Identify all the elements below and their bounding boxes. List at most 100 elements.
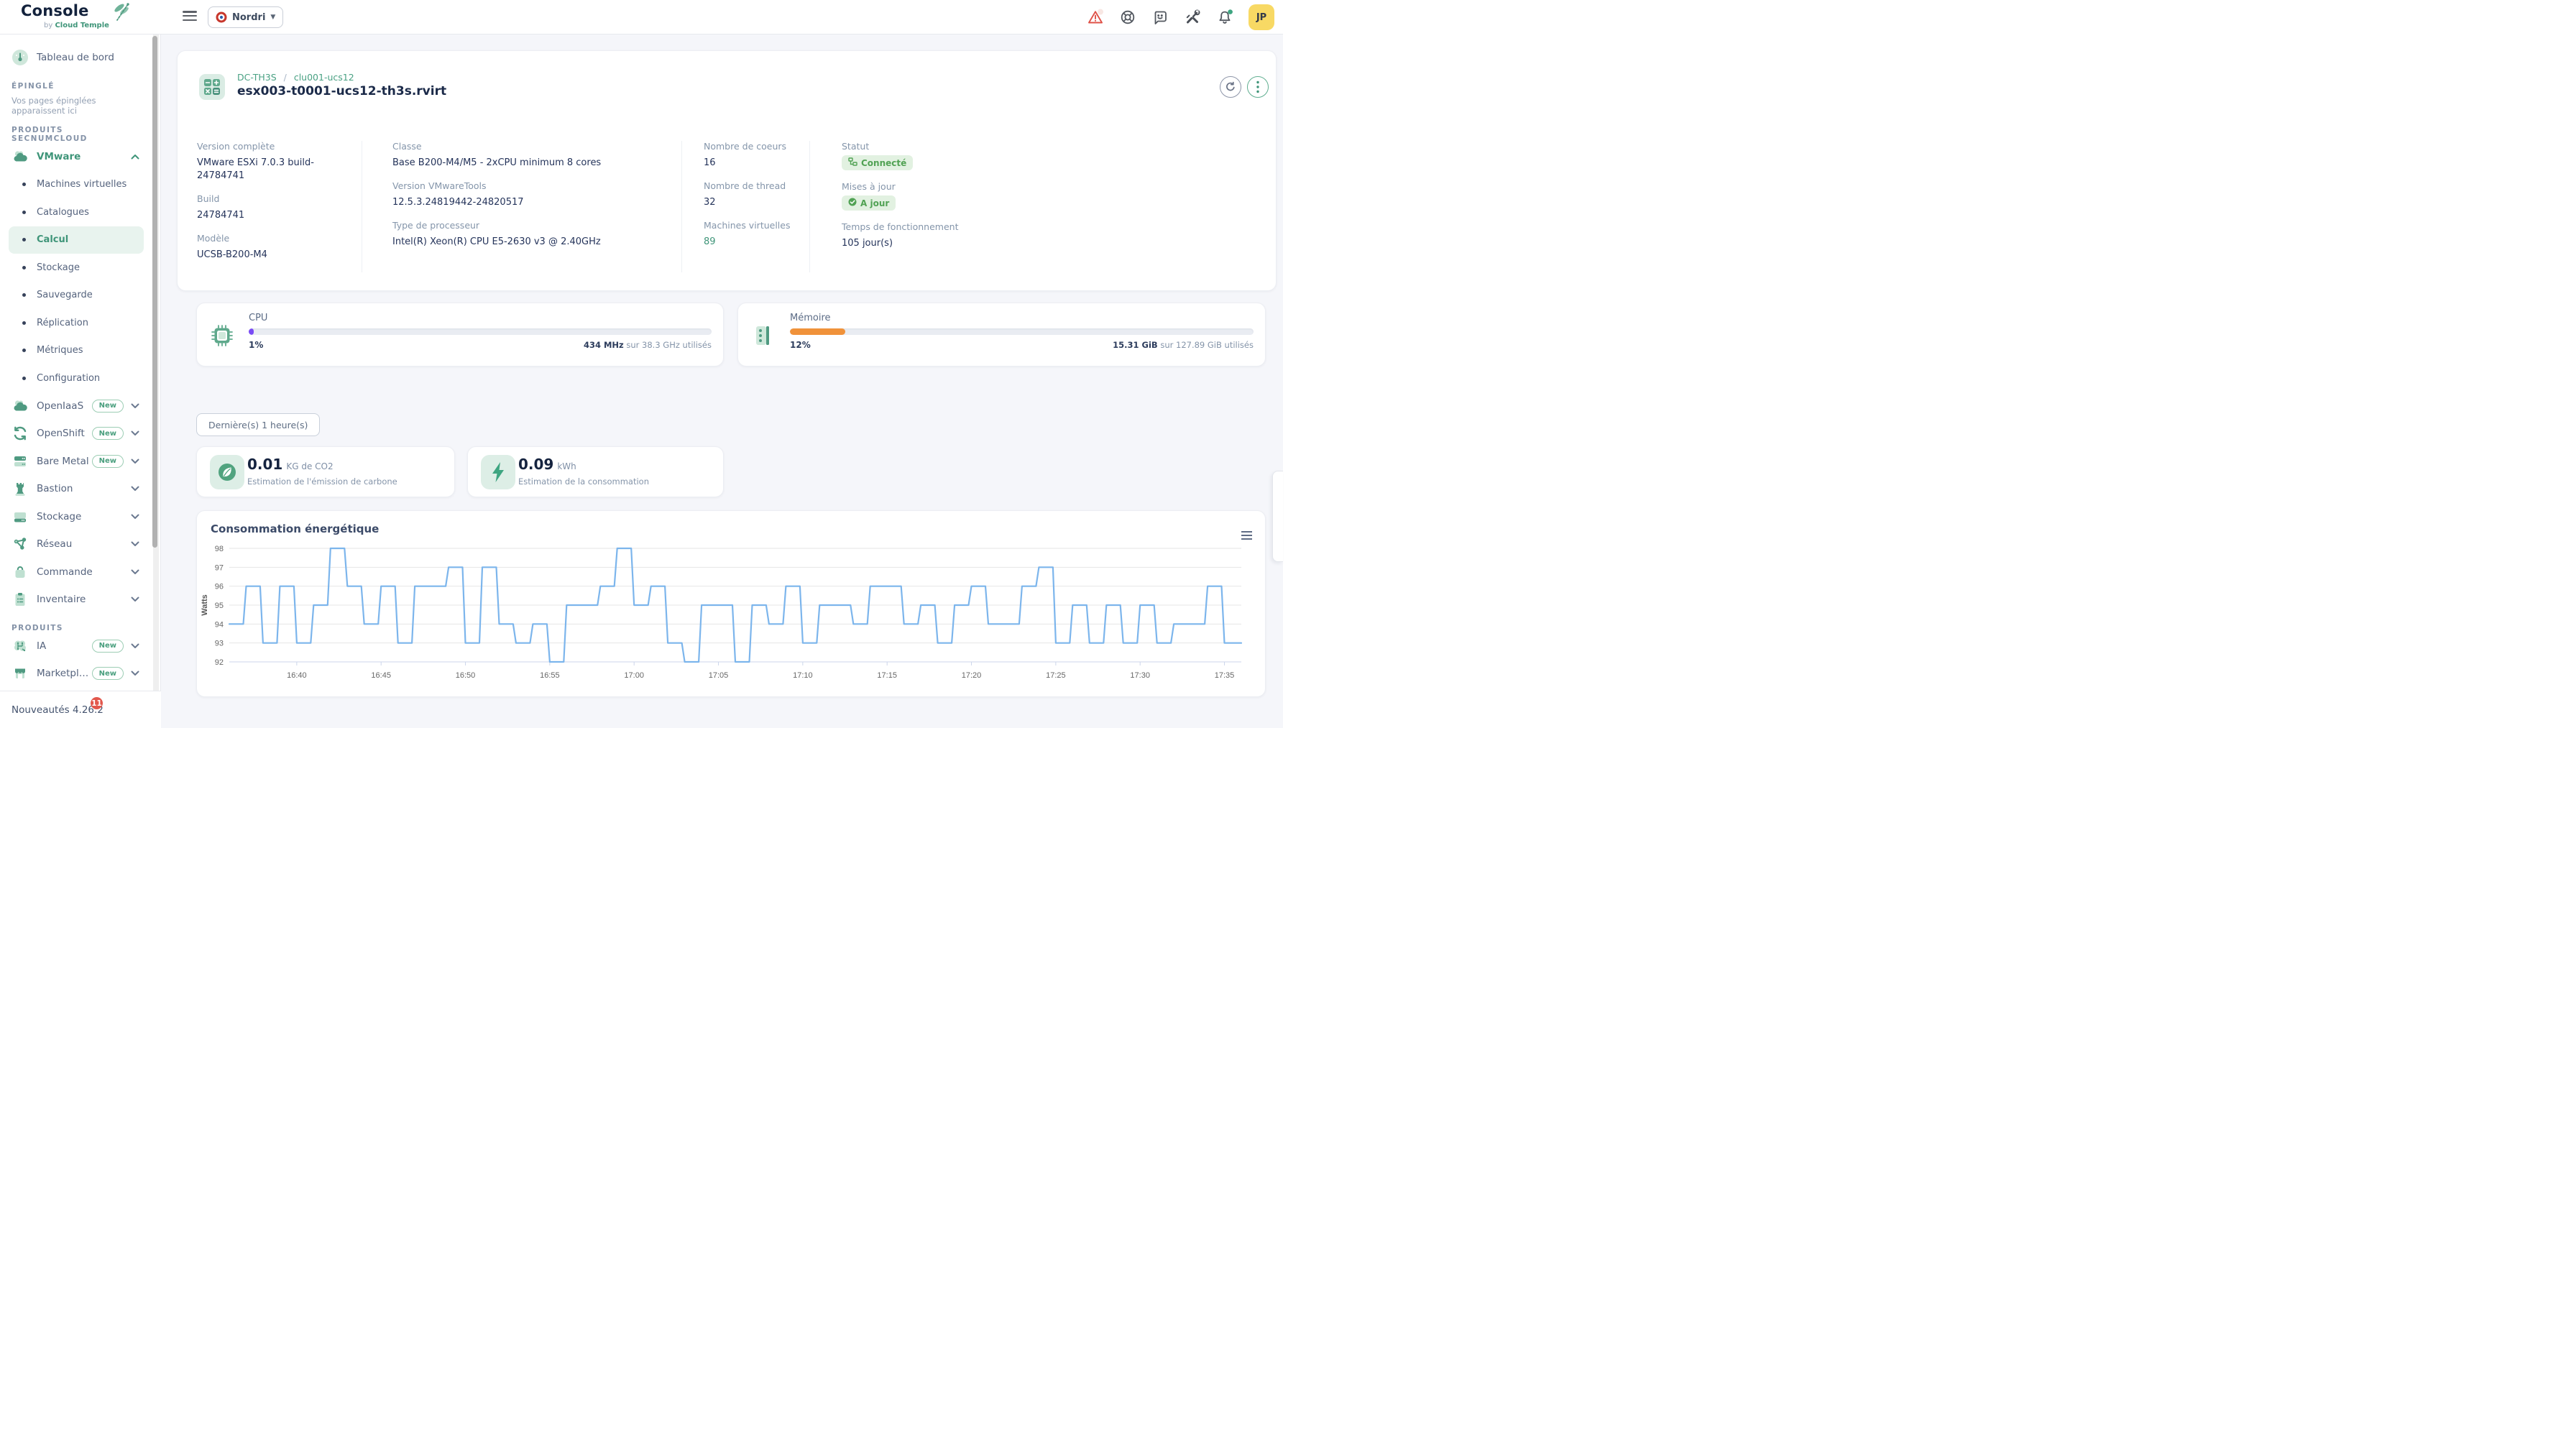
bullet-icon <box>22 321 26 325</box>
sidebar-item-label: Sauvegarde <box>37 290 93 300</box>
x-tick-label: 17:25 <box>1046 671 1066 680</box>
sidebar-item-label: OpenShift <box>37 428 85 439</box>
notifications-bell-icon[interactable] <box>1216 9 1233 26</box>
sidebar-item-label: Configuration <box>37 373 100 384</box>
sidebar-item-reseau[interactable]: Réseau <box>0 530 152 558</box>
info-label: Type de processeur <box>392 220 674 231</box>
y-tick-label: 92 <box>215 658 224 667</box>
cpu-detail: 434 MHz sur 38.3 GHz utilisés <box>584 340 712 350</box>
energy-consumption-chart-card: Consommation énergétique 929394959697981… <box>196 510 1266 697</box>
info-label: Statut <box>842 141 1254 152</box>
kebab-icon <box>1256 80 1260 93</box>
breadcrumb-datacenter[interactable]: DC-TH3S <box>237 72 277 83</box>
info-label: Mises à jour <box>842 181 1254 192</box>
tools-icon[interactable] <box>1184 9 1201 26</box>
sidebar-item-label: Métriques <box>37 345 83 356</box>
x-tick-label: 17:00 <box>624 671 644 680</box>
sidebar-item-commande[interactable]: Commande <box>0 558 152 586</box>
x-tick-label: 16:50 <box>456 671 476 680</box>
status-badge-connecte: Connecté <box>842 155 913 170</box>
support-icon[interactable] <box>1119 9 1136 26</box>
topbar: Console by Cloud Temple Nordri ▼ <box>0 0 1283 34</box>
sidebar-item-inventaire[interactable]: Inventaire <box>0 586 152 614</box>
x-tick-label: 17:05 <box>709 671 729 680</box>
memory-ram-icon <box>752 324 775 350</box>
sidebar-item-label: Réseau <box>37 538 72 550</box>
cpu-progress-bar <box>249 328 712 335</box>
floating-panel-edge[interactable] <box>1272 471 1283 562</box>
breadcrumb-cluster[interactable]: clu001-ucs12 <box>294 72 354 83</box>
scrollbar-thumb[interactable] <box>152 36 157 548</box>
sidebar-section-produits-secnumcloud: PRODUITS SECNUMCLOUD <box>0 116 152 143</box>
feedback-icon[interactable] <box>1151 9 1169 26</box>
co2-unit: KG de CO2 <box>286 461 333 471</box>
page-title: esx003-t0001-ucs12-th3s.rvirt <box>237 84 446 98</box>
x-tick-label: 17:35 <box>1215 671 1235 680</box>
sidebar-item-metriques[interactable]: Métriques <box>9 337 144 365</box>
info-value: Base B200-M4/M5 - 2xCPU minimum 8 cores <box>392 157 674 170</box>
sidebar-item-catalogues[interactable]: Catalogues <box>9 198 144 226</box>
chevron-down-icon: ▼ <box>270 14 275 21</box>
check-circle-icon <box>848 198 857 208</box>
avatar[interactable]: JP <box>1248 4 1274 30</box>
bullet-icon <box>22 266 26 269</box>
sidebar-item-sauvegarde[interactable]: Sauvegarde <box>9 282 144 310</box>
info-label: Nombre de thread <box>704 180 802 191</box>
menu-toggle-icon[interactable] <box>183 11 197 21</box>
sidebar-item-tableau-de-bord[interactable]: Tableau de bord <box>0 43 152 72</box>
info-entry-version-vmwaretools: Version VMwareTools12.5.3.24819442-24820… <box>392 180 674 209</box>
info-column-4: StatutConnectéMises à jourA jourTemps de… <box>809 141 1261 272</box>
info-label: Nombre de coeurs <box>704 141 802 152</box>
info-value: 16 <box>704 157 802 170</box>
sidebar-item-bare-metal[interactable]: Bare MetalNew <box>0 448 152 476</box>
sidebar-item-label: Stockage <box>37 262 80 273</box>
sidebar-scrollbar[interactable] <box>153 34 159 728</box>
more-actions-button[interactable] <box>1247 76 1269 98</box>
info-value: 12.5.3.24819442-24820517 <box>392 196 674 209</box>
sidebar-item-openiaas[interactable]: OpenIaaSNew <box>0 392 152 420</box>
sidebar-item-label: IA <box>37 640 46 652</box>
sidebar-item-label: VMware <box>37 151 81 162</box>
bare-metal-icon <box>12 453 29 470</box>
info-value: VMware ESXi 7.0.3 build-24784741 <box>197 157 354 183</box>
sidebar-item-vmware[interactable]: VMware <box>0 143 152 171</box>
app-logo[interactable]: Console by Cloud Temple <box>21 2 89 19</box>
sidebar-item-label: Marketpl… <box>37 668 88 679</box>
cpu-chip-icon <box>211 324 234 350</box>
commande-icon <box>12 563 29 581</box>
sidebar-item-label: Inventaire <box>37 594 86 605</box>
whats-new-button[interactable]: Nouveautés 4.26.2 11 <box>0 691 161 728</box>
cpu-usage-card: CPU 1% 434 MHz sur 38.3 GHz utilisés <box>196 303 724 367</box>
sidebar-item-openshift[interactable]: OpenShiftNew <box>0 420 152 448</box>
sidebar-item-calcul[interactable]: Calcul <box>9 226 144 254</box>
y-tick-label: 93 <box>215 640 224 648</box>
sidebar-item-stockage[interactable]: Stockage <box>9 254 144 282</box>
alerts-icon[interactable] <box>1087 9 1104 26</box>
sidebar-section-epingle: ÉPINGLÉ <box>0 72 152 91</box>
sidebar-item-configuration[interactable]: Configuration <box>9 364 144 392</box>
new-badge: New <box>92 667 124 680</box>
sidebar-item-bastion[interactable]: Bastion <box>0 475 152 503</box>
sidebar-pinned-note: Vos pages épinglées apparaissent ici <box>0 91 152 116</box>
refresh-icon <box>1225 81 1236 93</box>
info-label: Build <box>197 193 354 204</box>
sidebar-item-machines-virtuelles[interactable]: Machines virtuelles <box>9 171 144 199</box>
sidebar-item-replication[interactable]: Réplication <box>9 309 144 337</box>
sidebar-item-ia[interactable]: IANew <box>0 632 152 660</box>
info-value-link[interactable]: 89 <box>704 236 802 249</box>
network-status-icon <box>848 157 857 168</box>
x-tick-label: 16:45 <box>371 671 391 680</box>
notification-count-badge: 11 <box>91 697 103 709</box>
sidebar-item-marketpl[interactable]: Marketpl… New <box>0 660 152 688</box>
cpu-label: CPU <box>249 313 712 323</box>
time-range-button[interactable]: Dernière(s) 1 heure(s) <box>196 413 320 436</box>
openshift-icon <box>12 425 29 442</box>
refresh-button[interactable] <box>1220 76 1241 98</box>
sidebar-item-stockage[interactable]: Stockage <box>0 503 152 531</box>
organization-selector[interactable]: Nordri ▼ <box>208 6 283 28</box>
info-column-2: ClasseBase B200-M4/M5 - 2xCPU minimum 8 … <box>362 141 681 272</box>
logo-byline: by Cloud Temple <box>44 22 109 29</box>
cpu-percent: 1% <box>249 340 263 350</box>
info-entry-modele: ModèleUCSB-B200-M4 <box>197 233 354 262</box>
memory-progress-fill <box>790 328 845 335</box>
